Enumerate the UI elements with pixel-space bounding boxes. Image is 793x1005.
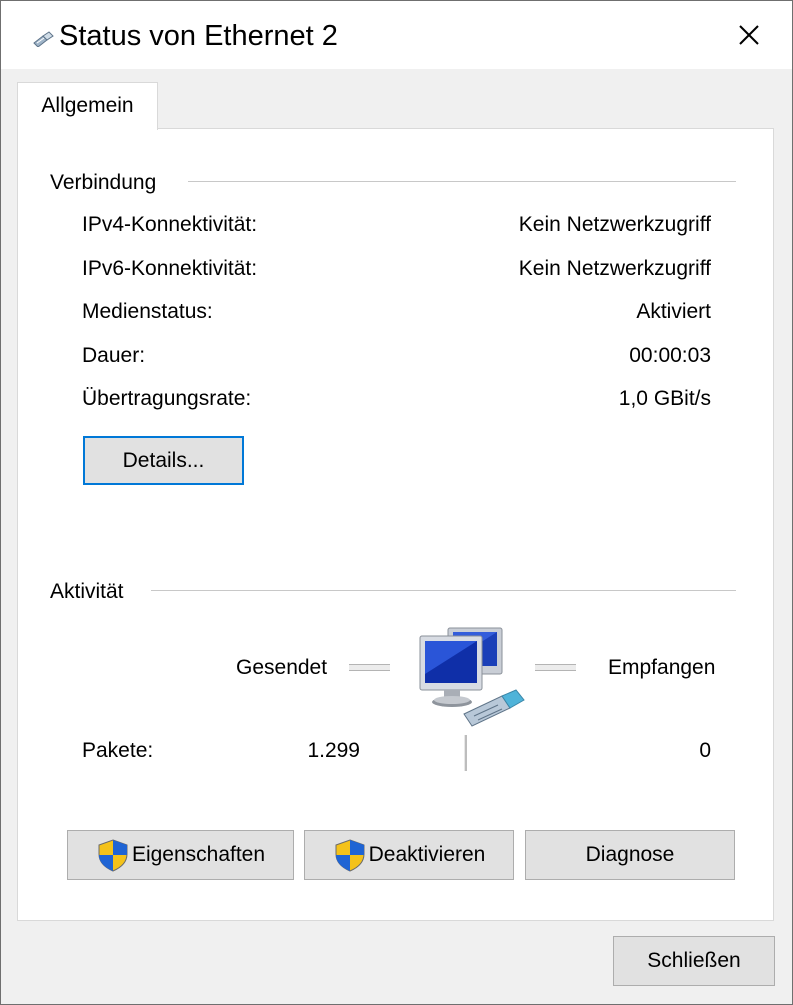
sent-activity-indicator: [349, 664, 390, 671]
properties-button[interactable]: Eigenschaften: [67, 830, 294, 880]
details-button[interactable]: Details...: [83, 436, 244, 485]
network-computers-icon: [418, 624, 530, 733]
close-icon: [739, 25, 759, 45]
speed-value: 1,0 GBit/s: [618, 387, 711, 410]
connection-group-heading: Verbindung: [50, 171, 157, 194]
uac-shield-icon: [96, 838, 130, 872]
close-button[interactable]: Schließen: [613, 936, 775, 986]
received-activity-indicator: [535, 664, 576, 671]
ipv6-label: IPv6-Konnektivität:: [82, 257, 258, 280]
uac-shield-icon: [333, 838, 367, 872]
tab-allgemein[interactable]: Allgemein: [17, 82, 158, 130]
speed-label: Übertragungsrate:: [82, 387, 252, 410]
packets-label: Pakete:: [82, 739, 154, 762]
diagnose-button[interactable]: Diagnose: [525, 830, 735, 880]
packets-sent-value: 1.299: [307, 739, 360, 762]
disable-button[interactable]: Deaktivieren: [304, 830, 514, 880]
activity-group-heading: Aktivität: [50, 580, 124, 603]
duration-label: Dauer:: [82, 344, 146, 367]
ethernet-adapter-icon: [33, 31, 55, 52]
media-status-label: Medienstatus:: [82, 300, 213, 323]
window-title: Status von Ethernet 2: [59, 20, 338, 52]
properties-button-label: Eigenschaften: [131, 843, 266, 866]
ipv4-label: IPv4-Konnektivität:: [82, 213, 258, 236]
sent-label: Gesendet: [236, 656, 328, 679]
general-tab-panel: Verbindung IPv4-Konnektivität: Kein Netz…: [17, 128, 774, 921]
media-status-value: Aktiviert: [636, 300, 711, 323]
packets-separator: [464, 735, 467, 771]
activity-group-line: [151, 590, 736, 591]
status-dialog: Status von Ethernet 2 Allgemein Verbindu…: [0, 0, 793, 1005]
duration-value: 00:00:03: [629, 344, 711, 367]
disable-button-label: Deaktivieren: [368, 843, 486, 866]
ipv6-value: Kein Netzwerkzugriff: [518, 257, 711, 280]
received-label: Empfangen: [608, 656, 716, 679]
title-bar: Status von Ethernet 2: [1, 1, 792, 69]
connection-group-line: [188, 181, 736, 182]
packets-received-value: 0: [699, 739, 711, 762]
ipv4-value: Kein Netzwerkzugriff: [518, 213, 711, 236]
close-window-button[interactable]: [727, 15, 771, 55]
